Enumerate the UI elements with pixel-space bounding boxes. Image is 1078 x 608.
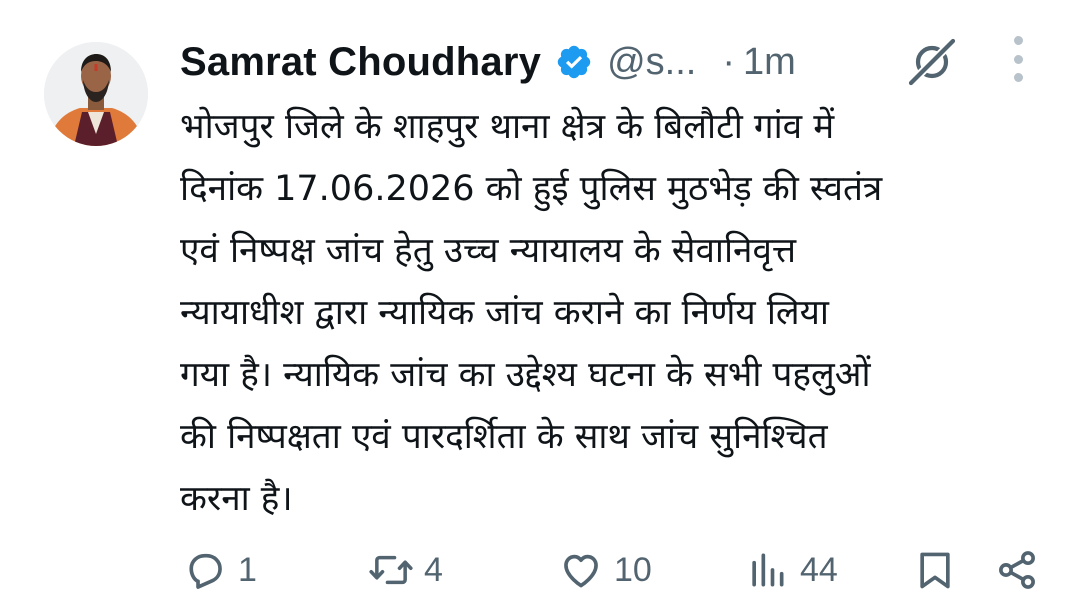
bookmark-icon: [912, 547, 958, 593]
reply-icon: [182, 547, 228, 593]
reply-button[interactable]: 1: [182, 540, 257, 600]
avatar-image: [44, 42, 148, 146]
grok-icon[interactable]: [904, 34, 960, 90]
share-icon: [994, 547, 1040, 593]
repost-button[interactable]: 4: [368, 540, 443, 600]
tweet-text-line: भोजपुर जिले के शाहपुर थाना क्षेत्र के बि…: [180, 107, 835, 147]
tweet-text-line: एवं निष्पक्ष जांच हेतु उच्च न्यायालय के …: [180, 231, 797, 271]
avatar[interactable]: [44, 42, 148, 146]
more-options-icon[interactable]: [1004, 36, 1032, 82]
views-button[interactable]: 44: [744, 540, 838, 600]
heart-icon: [558, 547, 604, 593]
more-dot: [1013, 73, 1023, 82]
tweet-text-line: की निष्पक्षता एवं पारदर्शिता के साथ जांच…: [180, 417, 828, 457]
tweet-text-line: दिनांक 17.06.2026 को हुई पुलिस मुठभेड़ क…: [180, 169, 883, 209]
tweet-text-line: न्यायाधीश द्वारा न्यायिक जांच कराने का न…: [180, 293, 829, 333]
tweet-timestamp[interactable]: 1m: [743, 41, 796, 84]
repost-icon: [368, 547, 414, 593]
views-icon: [744, 547, 790, 593]
more-dot: [1013, 36, 1023, 45]
header-separator: ·: [722, 40, 735, 83]
bookmark-button[interactable]: [912, 540, 958, 600]
reply-count: 1: [238, 550, 257, 589]
views-count: 44: [800, 550, 838, 589]
more-dot: [1013, 54, 1023, 64]
verified-badge-icon[interactable]: [555, 43, 593, 81]
author-handle[interactable]: @s...: [607, 41, 696, 84]
tweet-header: Samrat Choudhary @s... · 1m: [180, 36, 796, 88]
repost-count: 4: [424, 550, 443, 589]
tweet-text: भोजपुर जिले के शाहपुर थाना क्षेत्र के बि…: [180, 96, 1050, 530]
like-button[interactable]: 10: [558, 540, 652, 600]
tweet-action-bar: 1 4 10 44: [0, 540, 1078, 600]
tweet-text-line: करना है।: [180, 479, 293, 519]
author-name[interactable]: Samrat Choudhary: [180, 40, 541, 85]
like-count: 10: [614, 550, 652, 589]
share-button[interactable]: [994, 540, 1040, 600]
tweet-text-line: गया है। न्यायिक जांच का उद्देश्य घटना के…: [180, 355, 871, 395]
